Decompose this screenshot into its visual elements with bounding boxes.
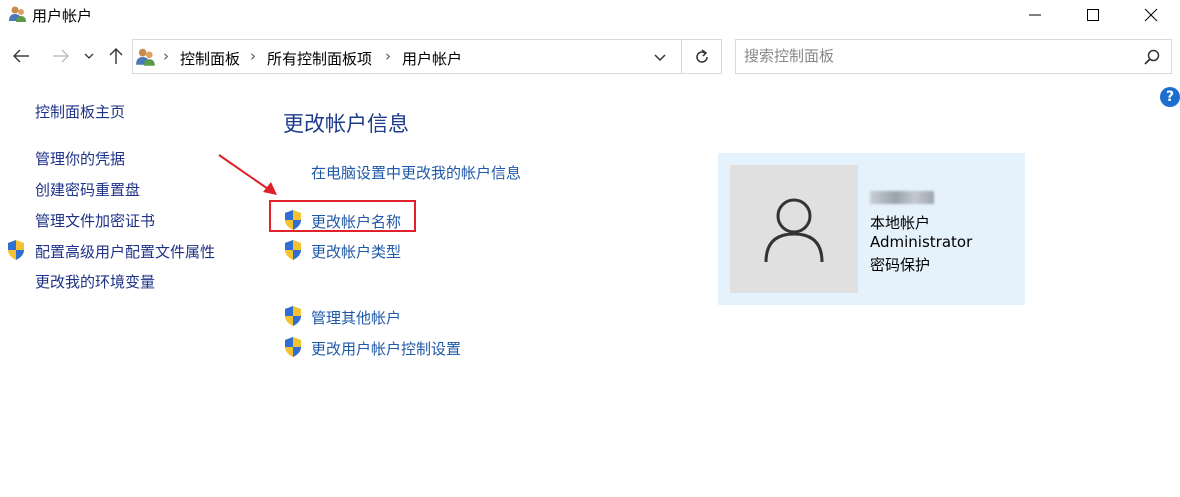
link-change-account-type[interactable]: 更改帐户类型 (311, 241, 401, 262)
uac-shield-icon (283, 209, 303, 231)
account-name-redacted (870, 191, 934, 204)
back-button[interactable] (9, 44, 33, 68)
sidebar-item-password-reset-disk[interactable]: 创建密码重置盘 (35, 179, 140, 200)
user-accounts-icon (8, 4, 28, 24)
title-bar (0, 0, 1180, 30)
arrow-up-icon (109, 48, 123, 64)
sidebar-item-environment-variables[interactable]: 更改我的环境变量 (35, 271, 155, 292)
breadcrumb-all-items[interactable]: 所有控制面板项 (267, 48, 372, 69)
search-icon[interactable] (1143, 48, 1161, 66)
arrow-right-icon (53, 49, 69, 63)
link-change-account-name[interactable]: 更改帐户名称 (311, 211, 401, 232)
sidebar-item-advanced-profile-properties[interactable]: 配置高级用户配置文件属性 (35, 241, 215, 262)
search-input[interactable] (744, 47, 1124, 65)
chevron-down-icon (84, 53, 94, 59)
minimize-icon (1029, 14, 1041, 16)
sidebar-item-manage-credentials[interactable]: 管理你的凭据 (35, 148, 125, 169)
user-icon (764, 198, 824, 263)
link-manage-other-accounts[interactable]: 管理其他帐户 (311, 307, 401, 328)
uac-shield-icon (283, 239, 303, 261)
close-icon (1144, 8, 1158, 22)
window-title: 用户帐户 (32, 7, 93, 25)
search-box[interactable] (735, 39, 1172, 74)
arrow-left-icon (13, 49, 29, 63)
chevron-right-icon: › (163, 47, 169, 65)
account-card: 本地帐户 Administrator 密码保护 (718, 153, 1025, 305)
maximize-button[interactable] (1070, 0, 1116, 30)
annotation-arrow (218, 154, 277, 195)
chevron-down-icon (654, 54, 666, 62)
refresh-icon (695, 48, 708, 63)
account-protection: 密码保护 (870, 256, 931, 274)
chevron-right-icon: › (250, 47, 256, 65)
uac-shield-icon (283, 336, 303, 358)
refresh-button[interactable] (682, 39, 722, 74)
address-bar[interactable]: › 控制面板 › 所有控制面板项 › 用户帐户 (132, 39, 682, 74)
up-button[interactable] (104, 44, 128, 68)
page-title: 更改帐户信息 (283, 112, 409, 136)
uac-shield-icon (283, 305, 303, 327)
breadcrumb-user-accounts[interactable]: 用户帐户 (402, 48, 462, 69)
control-panel-icon (135, 46, 157, 68)
help-icon[interactable]: ? (1160, 87, 1180, 107)
account-group: Administrator (870, 233, 973, 251)
forward-button[interactable] (49, 44, 73, 68)
close-button[interactable] (1128, 0, 1174, 30)
account-type: 本地帐户 (870, 214, 931, 232)
link-pc-settings-account-info[interactable]: 在电脑设置中更改我的帐户信息 (311, 162, 521, 183)
link-uac-settings[interactable]: 更改用户帐户控制设置 (311, 338, 461, 359)
breadcrumb-control-panel[interactable]: 控制面板 (180, 48, 240, 69)
maximize-icon (1087, 9, 1099, 21)
sidebar-item-file-encryption-certs[interactable]: 管理文件加密证书 (35, 210, 155, 231)
minimize-button[interactable] (1012, 0, 1058, 30)
chevron-right-icon: › (385, 47, 391, 65)
avatar (730, 165, 858, 293)
address-dropdown-button[interactable] (651, 48, 669, 66)
recent-locations-button[interactable] (79, 44, 99, 68)
sidebar-item-control-panel-home[interactable]: 控制面板主页 (35, 101, 125, 122)
uac-shield-icon (6, 239, 26, 261)
